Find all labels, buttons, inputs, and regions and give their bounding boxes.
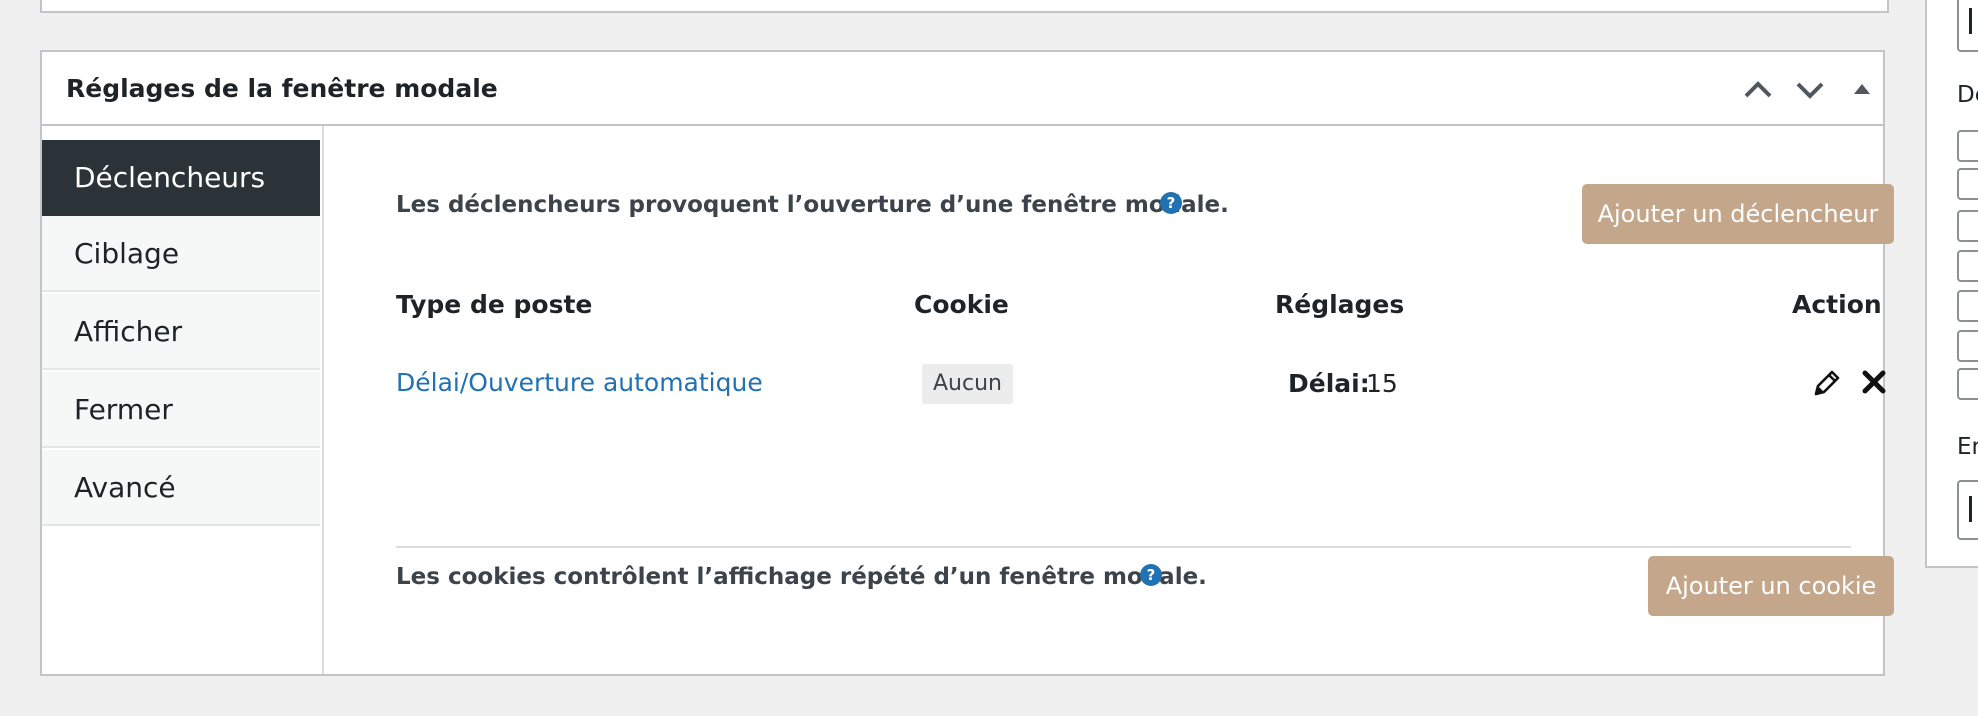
add-trigger-button[interactable]: Ajouter un déclencheur	[1582, 184, 1894, 244]
tab-declencheurs[interactable]: Déclencheurs	[42, 140, 320, 216]
edit-pencil-icon[interactable]	[1812, 366, 1842, 402]
cookies-description: Les cookies contrôlent l’affichage répét…	[396, 564, 1207, 590]
right-sidebar-panel: De En	[1925, 0, 1978, 568]
tab-content-triggers: Les déclencheurs provoquent l’ouverture …	[324, 126, 1894, 674]
metabox-header: Réglages de la fenêtre modale	[42, 52, 1883, 126]
section-divider	[396, 546, 1851, 548]
column-header-settings: Réglages	[1275, 290, 1405, 319]
modal-settings-metabox: Réglages de la fenêtre modale Déclencheu…	[40, 50, 1894, 676]
previous-metabox-edge	[40, 0, 1889, 13]
sidebar-checkbox[interactable]	[1957, 290, 1978, 322]
move-up-icon[interactable]	[1738, 72, 1778, 108]
add-cookie-button[interactable]: Ajouter un cookie	[1648, 556, 1894, 616]
column-header-type: Type de poste	[396, 290, 593, 319]
settings-tabs: Déclencheurs Ciblage Afficher Fermer Ava…	[42, 126, 324, 674]
sidebar-input-top[interactable]	[1957, 0, 1978, 52]
move-down-icon[interactable]	[1790, 72, 1830, 108]
tab-avance[interactable]: Avancé	[42, 450, 320, 526]
tab-fermer[interactable]: Fermer	[42, 372, 320, 448]
metabox-title: Réglages de la fenêtre modale	[66, 74, 498, 103]
collapse-toggle-icon[interactable]	[1842, 72, 1882, 108]
sidebar-checkbox[interactable]	[1957, 210, 1978, 242]
column-header-cookie: Cookie	[914, 290, 1009, 319]
sidebar-checkbox[interactable]	[1957, 330, 1978, 362]
sidebar-checkbox[interactable]	[1957, 368, 1978, 400]
sidebar-label-en: En	[1957, 434, 1978, 460]
sidebar-label-de: De	[1957, 82, 1978, 108]
trigger-type-link[interactable]: Délai/Ouverture automatique	[396, 368, 763, 397]
triggers-description: Les déclencheurs provoquent l’ouverture …	[396, 192, 1229, 218]
sidebar-checkbox[interactable]	[1957, 250, 1978, 282]
column-header-action: Action	[1792, 290, 1882, 319]
sidebar-checkbox[interactable]	[1957, 130, 1978, 162]
tab-afficher[interactable]: Afficher	[42, 294, 320, 370]
cookie-badge: Aucun	[922, 364, 1013, 404]
sidebar-input-bottom[interactable]	[1957, 480, 1978, 540]
cookies-help-icon[interactable]: ?	[1140, 564, 1162, 586]
setting-label: Délai:	[1288, 369, 1370, 398]
tab-ciblage[interactable]: Ciblage	[42, 216, 320, 292]
sidebar-checkbox[interactable]	[1957, 168, 1978, 200]
triggers-help-icon[interactable]: ?	[1160, 192, 1182, 214]
delete-x-icon[interactable]	[1860, 368, 1888, 400]
setting-value: 15	[1366, 369, 1398, 398]
